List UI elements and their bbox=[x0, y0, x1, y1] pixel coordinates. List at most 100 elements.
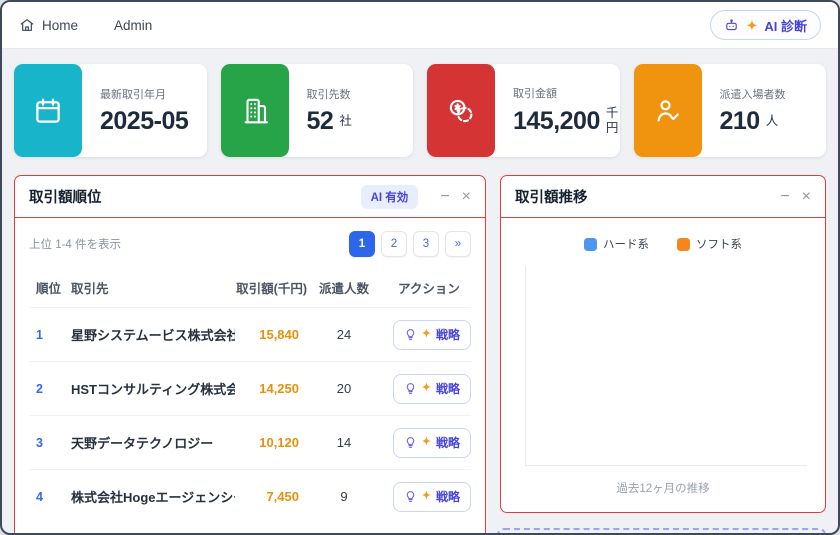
lightbulb-icon bbox=[404, 382, 417, 395]
amount-cell: 7,450 bbox=[235, 489, 315, 504]
table-row: 2 HSTコンサルティング株式会社 14,250 20 ✦ 戦略 bbox=[29, 361, 471, 415]
person-check-icon bbox=[634, 64, 702, 157]
ranking-subrow: 上位 1-4 件を表示 1 2 3 » bbox=[15, 218, 485, 267]
ranking-table: 順位 取引先 取引額(千円) 派遣人数 アクション 1 星野システムービス株式会… bbox=[15, 267, 485, 523]
legend-item-soft[interactable]: ソフト系 bbox=[677, 236, 742, 252]
partner-name-cell: 星野システムービス株式会社 bbox=[71, 325, 235, 344]
ai-strategy-label: 戦略 bbox=[436, 434, 460, 451]
stat-card-label: 最新取引年月 bbox=[100, 86, 194, 102]
stat-card-amount: 取引金額 145,200 千円 bbox=[427, 64, 620, 157]
people-cell: 20 bbox=[315, 381, 373, 396]
stat-card-value: 52 bbox=[307, 107, 334, 136]
lightbulb-icon bbox=[404, 328, 417, 341]
close-button[interactable]: × bbox=[462, 189, 471, 205]
lightbulb-icon bbox=[404, 436, 417, 449]
lightbulb-icon bbox=[404, 490, 417, 503]
app-window: Home Admin ✦ AI 診断 最新取引年月 2025-05 bbox=[0, 0, 840, 535]
chart-legend: ハード系 ソフト系 bbox=[501, 218, 825, 254]
calendar-icon bbox=[14, 64, 82, 157]
stat-card-partner-count: 取引先数 52 社 bbox=[221, 64, 414, 157]
ranking-panel: 取引額順位 AI 有効 − × 上位 1-4 件を表示 1 2 3 » 順位 取… bbox=[14, 175, 486, 535]
stat-card-value: 210 bbox=[720, 107, 760, 136]
column-header-people: 派遣人数 bbox=[315, 278, 373, 297]
stat-card-latest-month: 最新取引年月 2025-05 bbox=[14, 64, 207, 157]
ranking-panel-title: 取引額順位 bbox=[29, 186, 361, 207]
stat-cards-row: 最新取引年月 2025-05 取引先数 52 社 bbox=[14, 64, 826, 157]
ai-strategy-button[interactable]: ✦ 戦略 bbox=[393, 320, 471, 350]
legend-label: ソフト系 bbox=[696, 236, 742, 252]
partner-name-cell: 天野データテクノロジー bbox=[71, 433, 235, 452]
page-button-1[interactable]: 1 bbox=[349, 231, 375, 257]
sparkle-icon: ✦ bbox=[422, 383, 431, 394]
amount-cell: 10,120 bbox=[235, 435, 315, 450]
stat-card-label: 派遣入場者数 bbox=[720, 86, 786, 102]
rank-cell: 1 bbox=[29, 328, 71, 342]
ai-diagnosis-label: AI 診断 bbox=[764, 16, 807, 35]
trend-panel-title: 取引額推移 bbox=[515, 186, 768, 207]
nav-home-label: Home bbox=[42, 18, 78, 33]
legend-item-hard[interactable]: ハード系 bbox=[584, 236, 649, 252]
sparkle-icon: ✦ bbox=[422, 329, 431, 340]
people-cell: 14 bbox=[315, 435, 373, 450]
coins-icon bbox=[427, 64, 495, 157]
amount-cell: 15,840 bbox=[235, 327, 315, 342]
ai-strategy-button[interactable]: ✦ 戦略 bbox=[393, 374, 471, 404]
stat-card-text: 取引先数 52 社 bbox=[307, 64, 352, 157]
column-header-action: アクション bbox=[373, 278, 471, 297]
ai-strategy-label: 戦略 bbox=[436, 326, 460, 343]
table-header-row: 順位 取引先 取引額(千円) 派遣人数 アクション bbox=[29, 267, 471, 307]
sparkle-icon: ✦ bbox=[422, 437, 431, 448]
people-cell: 24 bbox=[315, 327, 373, 342]
stat-card-text: 派遣入場者数 210 人 bbox=[720, 64, 786, 157]
building-icon bbox=[221, 64, 289, 157]
page-button-next[interactable]: » bbox=[445, 231, 471, 257]
amount-cell: 14,250 bbox=[235, 381, 315, 396]
sparkle-icon: ✦ bbox=[746, 19, 757, 32]
ai-diagnosis-button[interactable]: ✦ AI 診断 bbox=[710, 10, 821, 40]
panels-row: 取引額順位 AI 有効 − × 上位 1-4 件を表示 1 2 3 » 順位 取… bbox=[14, 175, 826, 535]
stat-card-unit: 人 bbox=[766, 114, 779, 129]
range-text: 上位 1-4 件を表示 bbox=[29, 236, 121, 252]
stat-card-value: 145,200 bbox=[513, 107, 600, 136]
partner-name-cell: HSTコンサルティング株式会社 bbox=[71, 379, 235, 398]
stat-card-text: 取引金額 145,200 千円 bbox=[513, 64, 620, 157]
stat-card-label: 取引先数 bbox=[307, 86, 352, 102]
ai-strategy-label: 戦略 bbox=[436, 488, 460, 505]
trend-footer-text: 過去12ヶ月の推移 bbox=[501, 470, 825, 512]
stat-card-text: 最新取引年月 2025-05 bbox=[100, 64, 194, 157]
legend-swatch bbox=[677, 238, 690, 251]
nav-admin[interactable]: Admin bbox=[114, 18, 152, 33]
column-header-amount: 取引額(千円) bbox=[235, 278, 315, 297]
topbar: Home Admin ✦ AI 診断 bbox=[2, 2, 838, 49]
dashed-widget-placeholder bbox=[497, 528, 826, 535]
partner-name-cell: 株式会社Hogeエージェンシー bbox=[71, 487, 235, 506]
trend-panel-header: 取引額推移 − × bbox=[501, 176, 825, 218]
rank-cell: 3 bbox=[29, 436, 71, 450]
ai-strategy-button[interactable]: ✦ 戦略 bbox=[393, 428, 471, 458]
stat-card-value: 2025-05 bbox=[100, 107, 188, 136]
column-header-rank: 順位 bbox=[29, 278, 71, 297]
pagination: 1 2 3 » bbox=[349, 231, 471, 257]
ranking-panel-header: 取引額順位 AI 有効 − × bbox=[15, 176, 485, 218]
page-button-2[interactable]: 2 bbox=[381, 231, 407, 257]
ai-enabled-badge: AI 有効 bbox=[361, 185, 419, 209]
trend-panel: 取引額推移 − × ハード系 ソフト系 過去12ヶ月の推移 bbox=[500, 175, 826, 513]
ai-strategy-label: 戦略 bbox=[436, 380, 460, 397]
minimize-button[interactable]: − bbox=[440, 189, 449, 205]
home-icon bbox=[19, 17, 35, 33]
rank-cell: 2 bbox=[29, 382, 71, 396]
minimize-button[interactable]: − bbox=[780, 189, 789, 205]
trend-chart-area bbox=[525, 266, 807, 466]
main-nav: Home Admin bbox=[19, 17, 152, 33]
page-button-3[interactable]: 3 bbox=[413, 231, 439, 257]
nav-home[interactable]: Home bbox=[19, 17, 78, 33]
ai-strategy-button[interactable]: ✦ 戦略 bbox=[393, 482, 471, 512]
nav-admin-label: Admin bbox=[114, 18, 152, 33]
rank-cell: 4 bbox=[29, 490, 71, 504]
robot-icon bbox=[724, 18, 739, 33]
stat-card-visitors: 派遣入場者数 210 人 bbox=[634, 64, 827, 157]
close-button[interactable]: × bbox=[802, 189, 811, 205]
table-row: 3 天野データテクノロジー 10,120 14 ✦ 戦略 bbox=[29, 415, 471, 469]
column-header-partner: 取引先 bbox=[71, 278, 235, 297]
stat-card-unit: 社 bbox=[339, 114, 352, 129]
